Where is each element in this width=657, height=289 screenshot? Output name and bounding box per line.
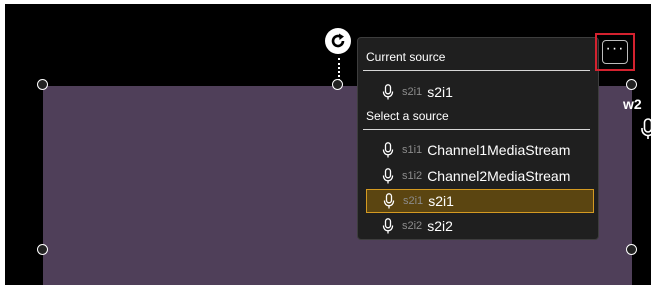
- tile-label: w2: [623, 96, 642, 112]
- source-name: Channel1MediaStream: [427, 142, 571, 158]
- source-option-selected[interactable]: s2i1 s2i1: [366, 189, 594, 213]
- microphone-icon: [382, 84, 394, 100]
- source-name: s2i2: [427, 218, 453, 234]
- microphone-icon: [382, 218, 394, 234]
- source-id: s1i1: [402, 144, 423, 156]
- current-source-heading: Current source: [366, 50, 446, 64]
- resize-handle-middle-right[interactable]: [626, 244, 637, 255]
- resize-handle-top-left[interactable]: [37, 79, 48, 90]
- divider: [363, 129, 590, 130]
- source-name: s2i1: [427, 84, 453, 100]
- rotate-icon: [331, 33, 345, 48]
- microphone-icon: [382, 142, 394, 158]
- microphone-icon: [382, 168, 394, 184]
- current-source-item: s2i1 s2i1: [366, 81, 594, 103]
- resize-handle-top-right[interactable]: [626, 79, 637, 90]
- source-menu: Current source s2i1 s2i1 Select a source…: [357, 37, 599, 240]
- divider: [363, 70, 590, 71]
- more-options-button[interactable]: ···: [602, 40, 628, 64]
- resize-handle-middle-left[interactable]: [37, 244, 48, 255]
- select-source-heading: Select a source: [366, 109, 449, 123]
- resize-handle-top-center[interactable]: [332, 79, 343, 90]
- source-id: s2i1: [403, 195, 424, 207]
- microphone-icon: [641, 118, 651, 139]
- microphone-icon: [383, 193, 395, 209]
- source-option[interactable]: s1i1 Channel1MediaStream: [366, 139, 594, 161]
- source-id: s1i2: [402, 170, 423, 182]
- source-option[interactable]: s1i2 Channel2MediaStream: [366, 165, 594, 187]
- source-id: s2i1: [402, 86, 423, 98]
- more-options-highlight: ···: [595, 33, 635, 71]
- source-id: s2i2: [402, 220, 423, 232]
- source-name: Channel2MediaStream: [427, 168, 571, 184]
- source-name: s2i1: [428, 193, 454, 209]
- rotate-handle[interactable]: [325, 28, 351, 54]
- source-option[interactable]: s2i2 s2i2: [366, 215, 594, 237]
